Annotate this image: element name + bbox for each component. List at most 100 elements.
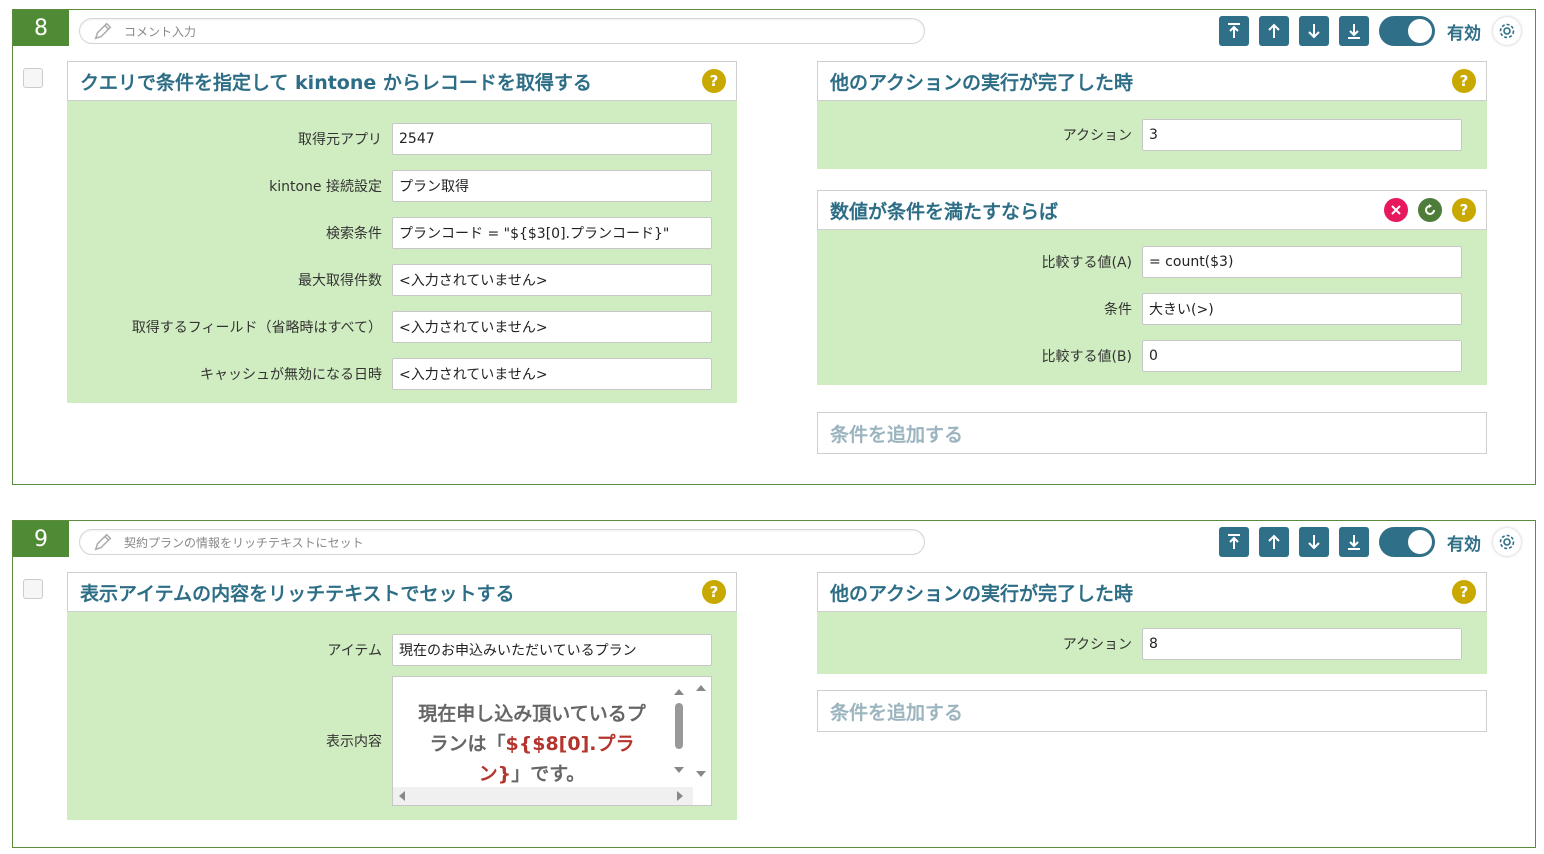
arrow-up-icon — [1268, 534, 1280, 549]
refresh-icon — [1425, 204, 1435, 215]
item-select[interactable]: 現在のお申込みいただいているプラン — [392, 633, 712, 666]
field-label: 最大取得件数 — [298, 272, 382, 289]
enable-toggle[interactable] — [1379, 16, 1435, 46]
card-toolbar: 有効 — [1209, 16, 1521, 46]
inner-scrollbar[interactable] — [671, 681, 687, 781]
rich-text-content: 現在申し込み頂いているプ ランは「${$8[0].プラ ン}」です。 — [397, 699, 667, 789]
card-toolbar: 有効 — [1209, 527, 1521, 557]
action-title-bar: クエリで条件を指定して kintone からレコードを取得する ? — [67, 61, 737, 101]
condition-fields: 比較する値(A) = count($3) 条件 大きい(>) 比較する値(B) 0 — [817, 230, 1487, 385]
vertical-scrollbar[interactable] — [693, 681, 709, 781]
field-label: 取得元アプリ — [298, 131, 382, 148]
content-text: ランは「 — [429, 732, 506, 755]
comment-text: 契約プランの情報をリッチテキストにセット — [124, 535, 364, 550]
field-label: アクション — [1062, 127, 1132, 144]
move-bottom-button[interactable] — [1339, 527, 1369, 557]
arrow-up-icon — [1268, 23, 1280, 38]
move-down-button[interactable] — [1299, 16, 1329, 46]
move-top-icon — [1228, 23, 1240, 38]
move-up-button[interactable] — [1259, 527, 1289, 557]
content-line: ン}」です。 — [397, 759, 667, 789]
help-icon[interactable]: ? — [1452, 580, 1476, 604]
delete-condition-button[interactable] — [1384, 198, 1408, 222]
trigger-fields: アクション 3 — [817, 101, 1487, 169]
invert-condition-button[interactable] — [1418, 198, 1442, 222]
move-bottom-icon — [1348, 535, 1360, 550]
action-panel: 表示アイテムの内容をリッチテキストでセットする ? アイテム 現在のお申込みいただ… — [67, 572, 737, 820]
toggle-knob — [1408, 530, 1432, 554]
action-title: クエリで条件を指定して kintone からレコードを取得する — [80, 71, 592, 94]
action-number: 8 — [13, 10, 69, 46]
placeholder-expression: ン} — [478, 762, 512, 785]
comment-input[interactable]: コメント入力 — [79, 18, 925, 44]
horizontal-scrollbar[interactable] — [393, 786, 693, 805]
action-title: 表示アイテムの内容をリッチテキストでセットする — [80, 582, 515, 605]
max-count-input[interactable]: <入力されていません> — [392, 263, 712, 296]
field-label: 表示内容 — [326, 733, 382, 750]
action-number: 9 — [13, 521, 69, 557]
operator-select[interactable]: 大きい(>) — [1142, 292, 1462, 325]
help-icon[interactable]: ? — [1452, 198, 1476, 222]
move-top-icon — [1228, 534, 1240, 549]
action-fields: 取得元アプリ 2547 kintone 接続設定 プラン取得 検索条件 プランコード … — [67, 101, 737, 403]
action-panel: クエリで条件を指定して kintone からレコードを取得する ? 取得元アプリ… — [67, 61, 737, 403]
help-icon[interactable]: ? — [702, 580, 726, 604]
action-card-8: 8 コメント入力 有効 クエリで条件を指定して kintone からレコードを取… — [12, 9, 1536, 485]
move-up-button[interactable] — [1259, 16, 1289, 46]
help-icon[interactable]: ? — [1452, 69, 1476, 93]
action-input[interactable]: 3 — [1142, 118, 1462, 151]
pencil-icon — [94, 533, 112, 551]
trigger-title-bar: 他のアクションの実行が完了した時 ? — [817, 572, 1487, 612]
rich-text-editor[interactable]: 現在申し込み頂いているプ ランは「${$8[0].プラ ン}」です。 — [392, 675, 712, 806]
trigger-title: 他のアクションの実行が完了した時 — [830, 71, 1134, 94]
move-top-button[interactable] — [1219, 527, 1249, 557]
add-condition-button[interactable]: 条件を追加する — [817, 412, 1487, 454]
field-label: アイテム — [327, 642, 382, 659]
add-condition-wrap: 条件を追加する — [817, 412, 1487, 454]
condition-title-bar: 数値が条件を満たすならば ? — [817, 190, 1487, 230]
enable-toggle[interactable] — [1379, 527, 1435, 557]
query-input[interactable]: プランコード = "${$3[0].プランコード}" — [392, 216, 712, 249]
help-icon[interactable]: ? — [702, 69, 726, 93]
content-line: 現在申し込み頂いているプ — [418, 702, 646, 725]
close-icon — [1391, 205, 1401, 215]
field-label: 条件 — [1104, 301, 1132, 318]
field-label: kintone 接続設定 — [269, 178, 382, 195]
action-input[interactable]: 8 — [1142, 627, 1462, 660]
select-checkbox[interactable] — [23, 68, 43, 88]
trigger-panel: 他のアクションの実行が完了した時 ? アクション 3 — [817, 61, 1487, 169]
gear-icon — [1499, 23, 1515, 39]
move-top-button[interactable] — [1219, 16, 1249, 46]
comment-input[interactable]: 契約プランの情報をリッチテキストにセット — [79, 529, 925, 555]
action-fields: アイテム 現在のお申込みいただいているプラン 表示内容 現在申し込み頂いているプ … — [67, 612, 737, 820]
trigger-fields: アクション 8 — [817, 612, 1487, 674]
settings-button[interactable] — [1493, 17, 1521, 45]
select-checkbox[interactable] — [23, 579, 43, 599]
field-label: 比較する値(A) — [1041, 254, 1132, 271]
settings-button[interactable] — [1493, 528, 1521, 556]
enabled-label: 有効 — [1447, 23, 1481, 44]
connection-setting-input[interactable]: プラン取得 — [392, 169, 712, 202]
action-title-bar: 表示アイテムの内容をリッチテキストでセットする ? — [67, 572, 737, 612]
content-text: 」です。 — [511, 762, 586, 785]
source-app-input[interactable]: 2547 — [392, 122, 712, 155]
compare-b-input[interactable]: 0 — [1142, 339, 1462, 372]
enabled-label: 有効 — [1447, 534, 1481, 555]
arrow-down-icon — [1308, 24, 1320, 39]
add-condition-button[interactable]: 条件を追加する — [817, 690, 1487, 732]
cache-expiry-input[interactable]: <入力されていません> — [392, 357, 712, 390]
condition-title: 数値が条件を満たすならば — [830, 200, 1059, 223]
pencil-icon — [94, 22, 112, 40]
comment-text: コメント入力 — [124, 24, 197, 39]
trigger-title: 他のアクションの実行が完了した時 — [830, 582, 1134, 605]
placeholder-expression: ${$8[0].プラ — [505, 732, 635, 755]
field-label: キャッシュが無効になる日時 — [200, 366, 382, 383]
fields-input[interactable]: <入力されていません> — [392, 310, 712, 343]
compare-a-input[interactable]: = count($3) — [1142, 245, 1462, 278]
move-bottom-button[interactable] — [1339, 16, 1369, 46]
add-condition-wrap: 条件を追加する — [817, 690, 1487, 732]
action-card-9: 9 契約プランの情報をリッチテキストにセット 有効 表示アイテムの内容をリッチテ… — [12, 520, 1536, 848]
trigger-panel: 他のアクションの実行が完了した時 ? アクション 8 — [817, 572, 1487, 674]
field-label: 取得するフィールド（省略時はすべて） — [131, 319, 382, 336]
move-down-button[interactable] — [1299, 527, 1329, 557]
